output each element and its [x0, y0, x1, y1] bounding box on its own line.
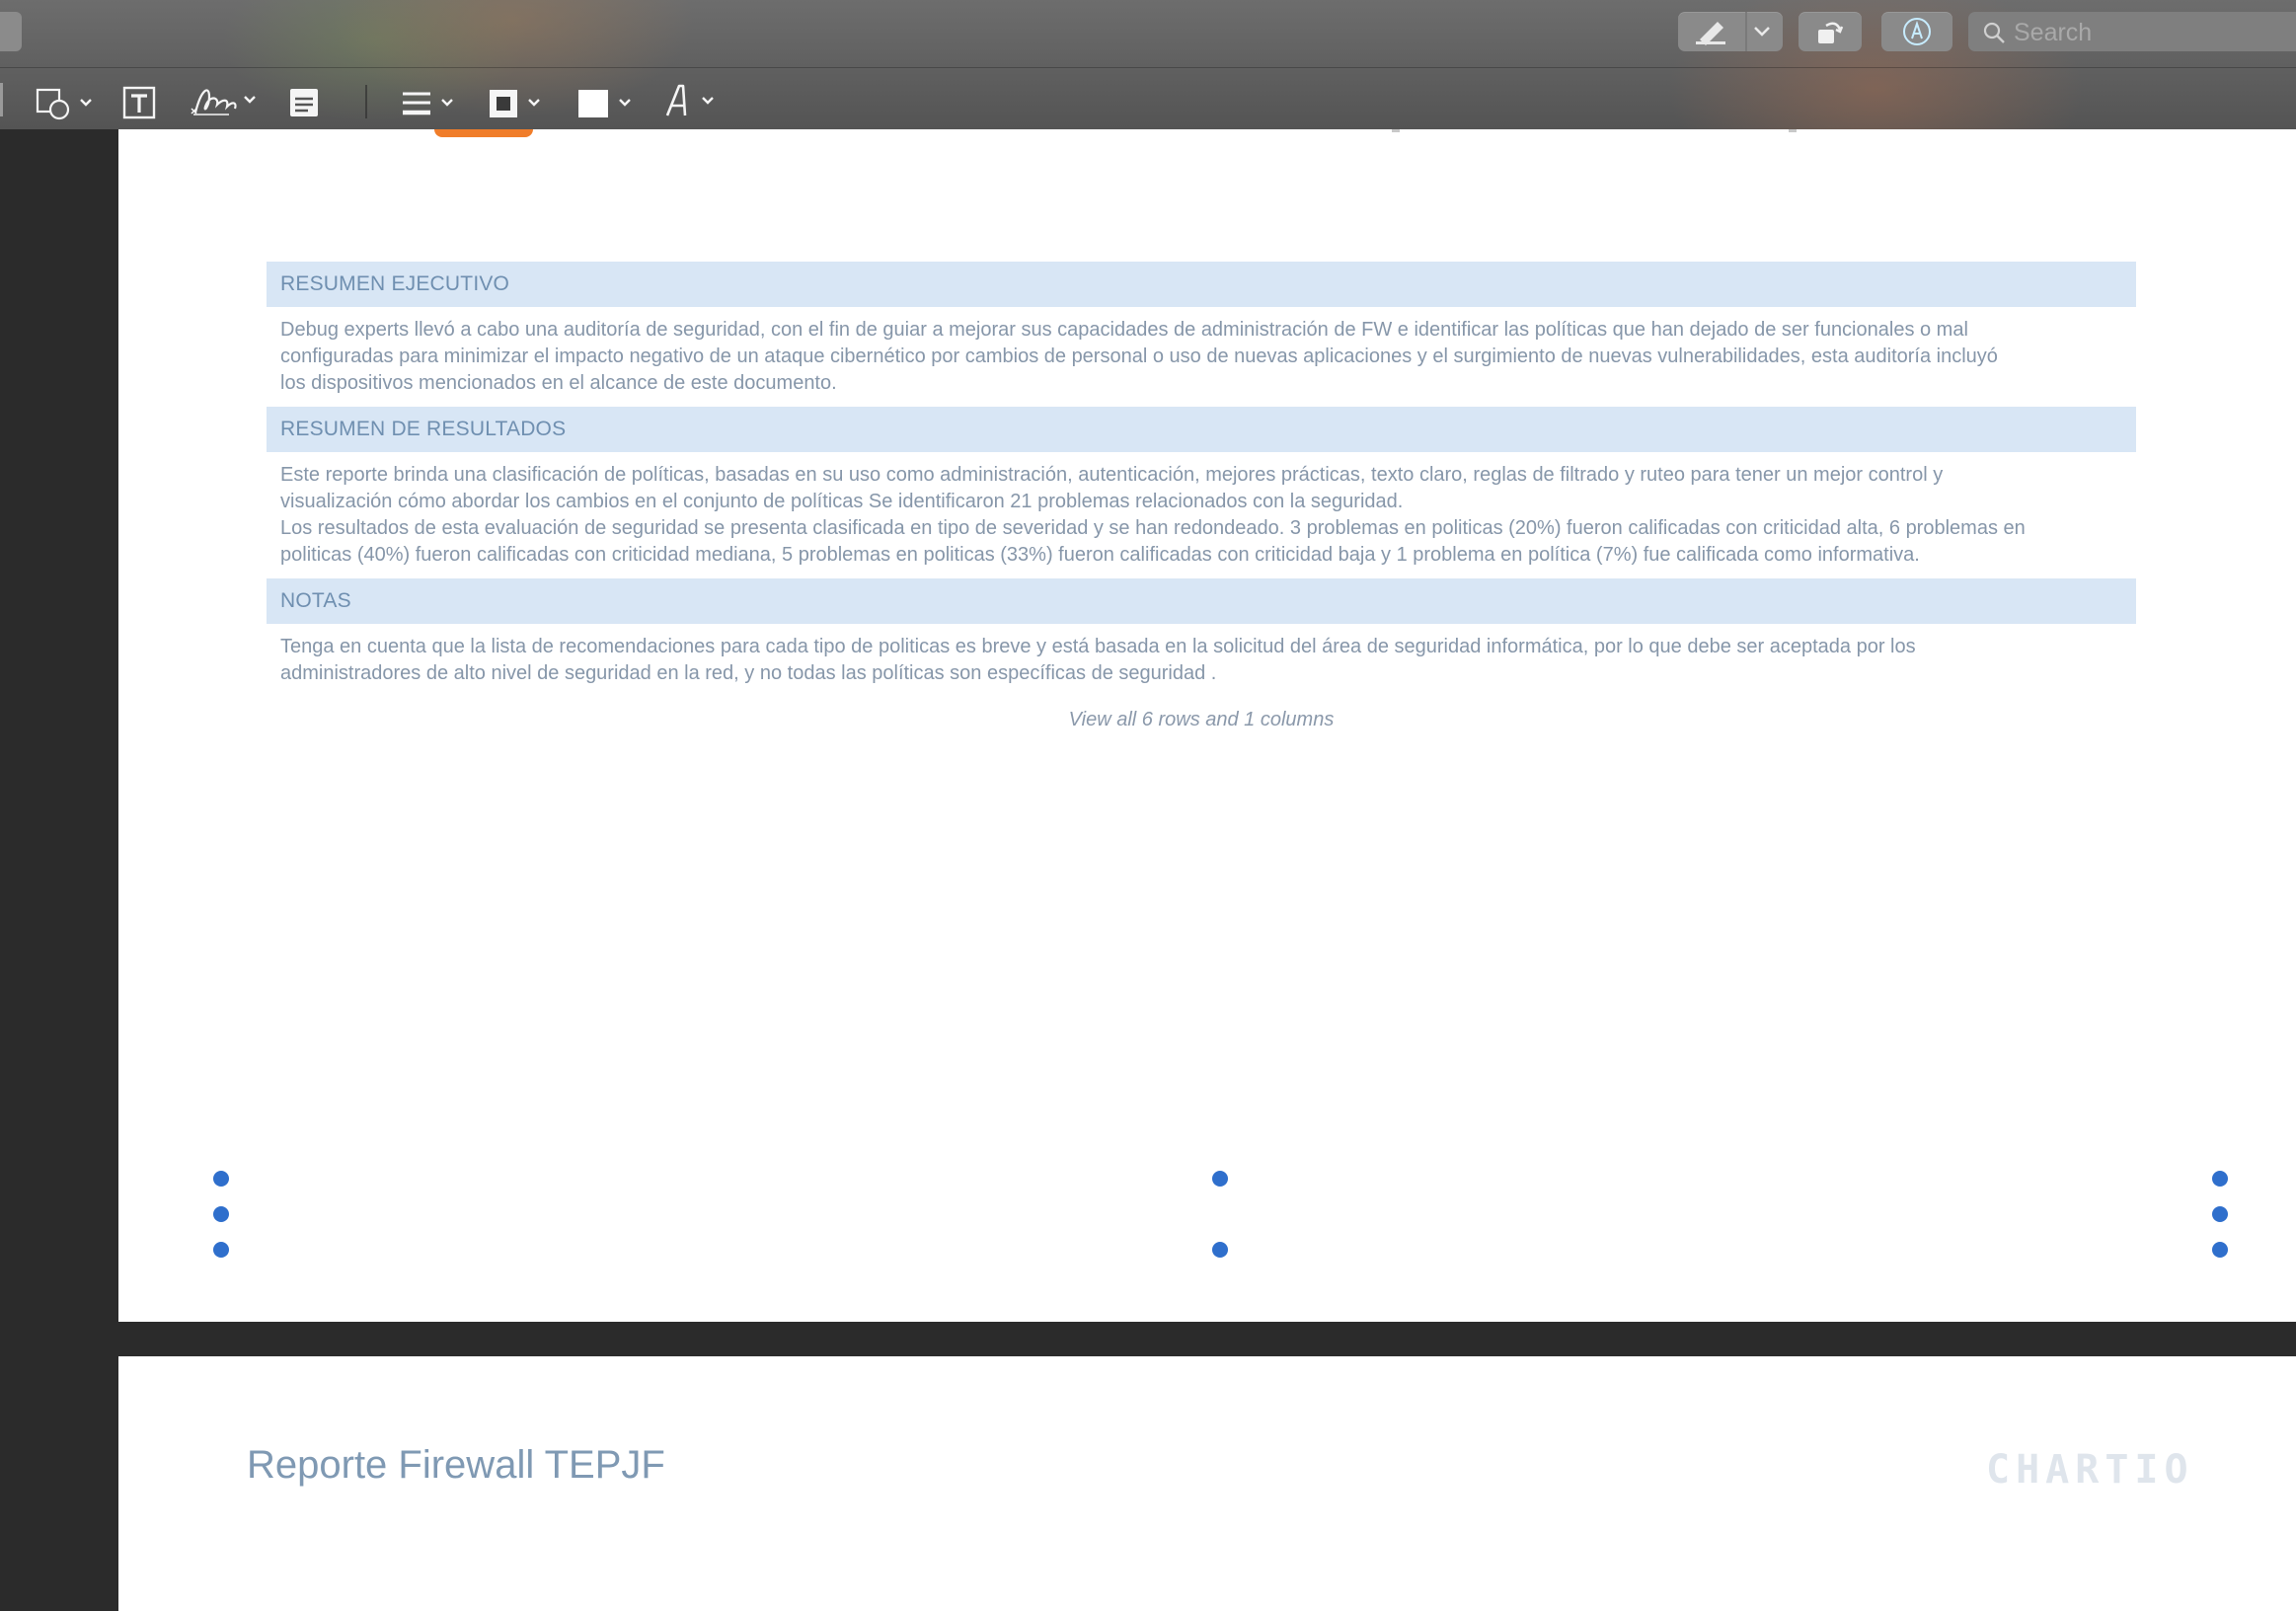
section-body: Tenga en cuenta que la lista de recomend…: [280, 636, 1916, 684]
sidebar-panel: [0, 129, 118, 1611]
toolbar-divider: [0, 67, 2296, 68]
chevron-down-icon: [1754, 27, 1770, 37]
section-header: RESUMEN DE RESULTADOS: [267, 407, 2136, 452]
rotate-button[interactable]: [1799, 12, 1862, 51]
search-placeholder: Search: [2014, 19, 2093, 46]
page-title: Reporte Firewall TEPJF: [247, 1443, 665, 1487]
selection-handle[interactable]: [2212, 1171, 2228, 1187]
selection-handle[interactable]: [213, 1171, 229, 1187]
section-body: Debug experts llevó a cabo una auditoría…: [280, 319, 1998, 394]
markup-button[interactable]: [1881, 12, 1952, 51]
view-all-link[interactable]: View all 6 rows and 1 columns: [267, 709, 2136, 731]
search-field[interactable]: Search: [1968, 12, 2296, 51]
selection-handle[interactable]: [2212, 1206, 2228, 1222]
table-row: RESUMEN DE RESULTADOS Este reporte brind…: [267, 407, 2136, 578]
text-box-icon[interactable]: [122, 83, 158, 124]
selection-handle[interactable]: [213, 1242, 229, 1258]
report-table: RESUMEN EJECUTIVO Debug experts llevó a …: [267, 262, 2136, 731]
text-fragment: [1789, 129, 1797, 132]
text-fragment: [1392, 129, 1400, 132]
line-style-icon[interactable]: [401, 83, 460, 124]
brand-logo: CHARTIO: [1986, 1447, 2194, 1493]
toolbar: Search: [0, 0, 2296, 130]
table-row: NOTAS Tenga en cuenta que la lista de re…: [267, 578, 2136, 697]
selection-handle[interactable]: [2212, 1242, 2228, 1258]
selection-handle[interactable]: [1212, 1242, 1228, 1258]
note-icon[interactable]: [288, 83, 320, 124]
selection-handle[interactable]: [1212, 1171, 1228, 1187]
border-color-icon[interactable]: [488, 83, 547, 124]
selection-handle[interactable]: [213, 1206, 229, 1222]
search-icon: [1983, 22, 2005, 43]
highlight-button[interactable]: [1678, 12, 1783, 51]
section-body: Este reporte brinda una clasificación de…: [280, 464, 2026, 566]
page-gap: [118, 1322, 2296, 1356]
signature-icon[interactable]: [190, 79, 263, 120]
shapes-icon[interactable]: [36, 83, 99, 124]
markup-icon: [1903, 18, 1931, 45]
logo-fragment: [434, 129, 533, 137]
section-header: RESUMEN EJECUTIVO: [267, 262, 2136, 307]
section-header: NOTAS: [267, 578, 2136, 624]
fill-color-icon[interactable]: [576, 83, 636, 124]
rotate-icon: [1818, 22, 1844, 43]
sidebar-toggle-button[interactable]: [0, 12, 22, 51]
font-icon[interactable]: [663, 81, 723, 122]
highlighter-icon: [1696, 22, 1725, 45]
toolbar-edge-marker: [0, 83, 3, 116]
toolbar-separator: [365, 85, 367, 118]
table-row: RESUMEN EJECUTIVO Debug experts llevó a …: [267, 262, 2136, 407]
